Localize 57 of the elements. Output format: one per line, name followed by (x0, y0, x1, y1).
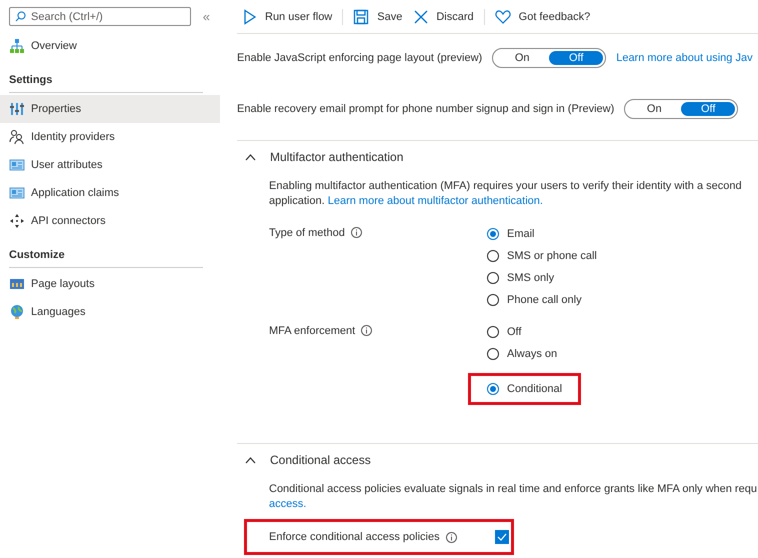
toolbar-button[interactable]: Discard (408, 10, 480, 24)
heart-icon (494, 10, 511, 24)
bars-icon (9, 101, 25, 117)
checkbox[interactable] (495, 530, 509, 544)
collapse-button[interactable]: « (202, 9, 210, 24)
toolbar-button[interactable]: Save (347, 8, 408, 24)
radio-option[interactable]: Always on (485, 345, 582, 363)
radio-option[interactable]: Off (485, 323, 582, 341)
group-heading: Settings (9, 74, 203, 93)
radio-option[interactable]: Phone call only (485, 291, 599, 309)
close-icon (414, 10, 428, 24)
toolbar-button[interactable]: Run user flow (237, 8, 338, 24)
chevron-icon[interactable] (245, 154, 256, 160)
sidebar-item[interactable]: Application claims (0, 179, 220, 207)
learn-more-link[interactable]: Learn more about multifactor authentication. (328, 195, 543, 207)
sidebar-item[interactable]: Languages (0, 298, 220, 326)
section-heading: Multifactor authentication (270, 150, 404, 164)
chevron-icon[interactable] (245, 456, 256, 464)
id-card-icon (9, 185, 25, 201)
sidebar-item[interactable]: Page layouts (0, 270, 220, 298)
setting-label: Enable recovery email prompt for phone number signup and sign in (Preview) (237, 103, 614, 115)
move-arrows-icon (9, 213, 25, 229)
search-field[interactable]: Search (Ctrl+/) (9, 7, 191, 26)
sidebar-item[interactable]: Properties (0, 95, 220, 123)
on-off-toggle[interactable]: On Off (624, 99, 738, 119)
hierarchy-icon (9, 38, 25, 54)
info-icon[interactable] (446, 532, 457, 542)
info-icon[interactable] (350, 227, 362, 238)
sidebar-item[interactable]: API connectors (0, 207, 220, 235)
radio-option[interactable]: Conditional (485, 380, 564, 398)
sidebar-item[interactable]: User attributes (0, 151, 220, 179)
radio-option[interactable]: SMS or phone call (485, 247, 599, 265)
search-icon (15, 11, 26, 22)
section-heading: Conditional access (270, 453, 371, 467)
checkbox-label: Enforce conditional access policies (269, 531, 440, 543)
save-icon (353, 8, 370, 24)
play-icon (243, 8, 257, 24)
description-text: Conditional access policies evaluate signals in real time and enforce grants like MFA only when requ (269, 483, 757, 495)
info-icon[interactable] (361, 325, 372, 336)
radio-option[interactable]: Email (485, 225, 599, 243)
sidebar-item[interactable]: Overview (0, 32, 220, 60)
description-text: Enabling multifactor authentication (MFA) requires your users to verify their identity with a second (269, 180, 742, 192)
field-label: Type of method (269, 227, 345, 239)
learn-more-link[interactable]: Learn more about using Jav (616, 52, 753, 64)
on-off-toggle[interactable]: On Off (492, 48, 606, 68)
group-heading: Customize (9, 249, 203, 268)
radio-option[interactable]: SMS only (485, 269, 599, 287)
description-text: application. (269, 195, 325, 207)
toolbar-button[interactable]: Got feedback? (488, 10, 596, 24)
learn-more-link[interactable]: access. (269, 498, 306, 510)
setting-label: Enable JavaScript enforcing page layout (preview) (237, 52, 482, 64)
id-card-icon (9, 157, 25, 173)
sidebar-item[interactable]: Identity providers (0, 123, 220, 151)
layout-icon (9, 276, 25, 292)
people-icon (9, 129, 25, 145)
globe-icon (9, 304, 25, 320)
field-label: MFA enforcement (269, 325, 356, 337)
